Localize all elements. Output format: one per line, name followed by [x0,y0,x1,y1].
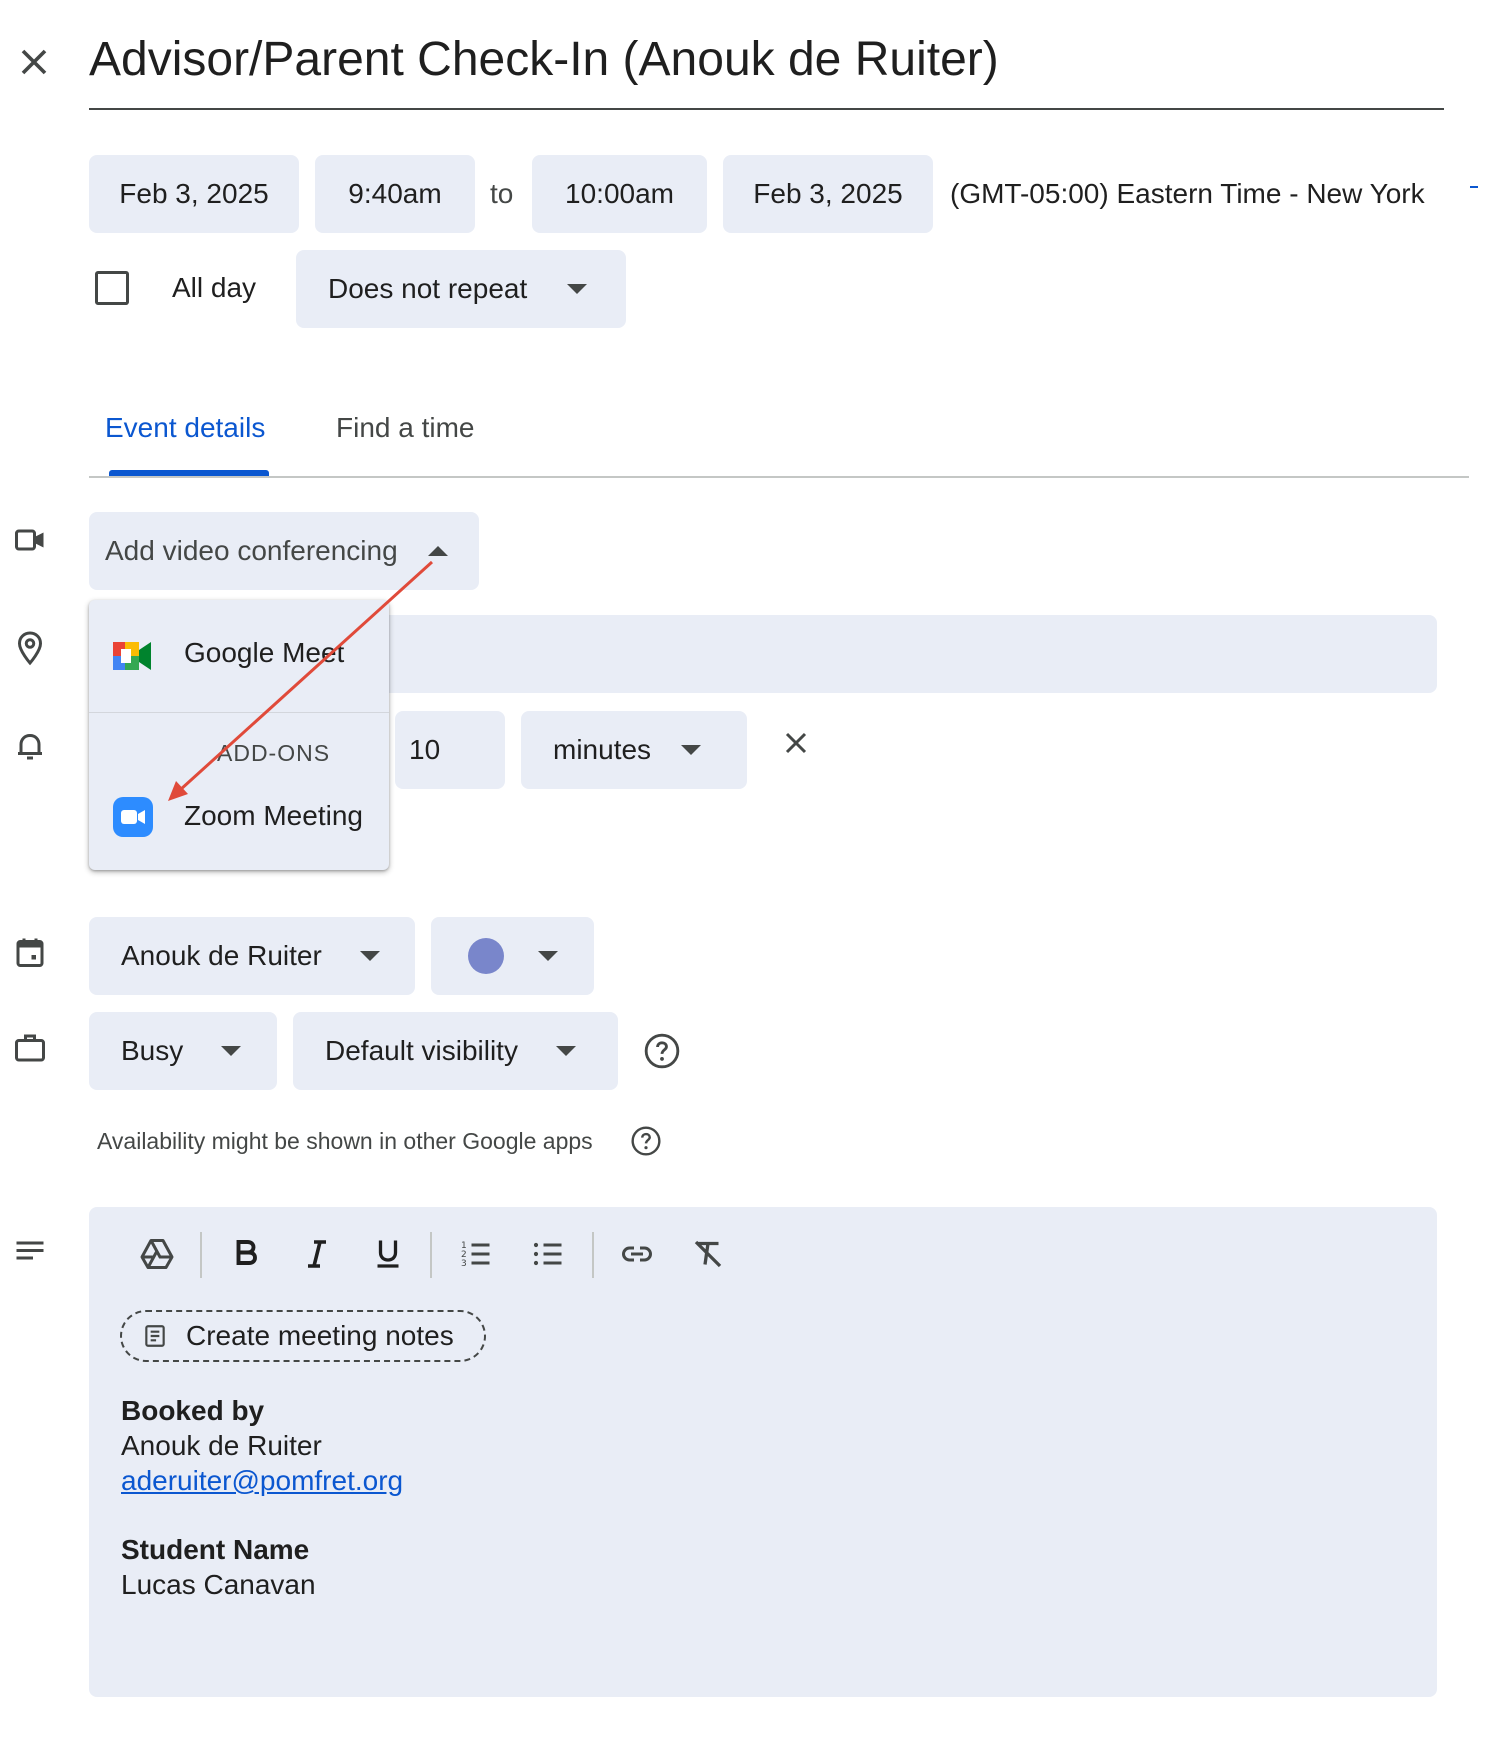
add-video-conferencing-button[interactable]: Add video conferencing [89,512,479,590]
availability-status: Busy [121,1035,184,1066]
visibility-dropdown[interactable]: Default visibility [293,1012,618,1090]
link-icon[interactable] [615,1232,659,1276]
booked-by-email-link[interactable]: aderuiter@pomfret.org [121,1465,403,1497]
end-time-button[interactable]: 10:00am [532,155,707,233]
google-drive-icon[interactable] [135,1232,179,1276]
clear-formatting-icon[interactable] [686,1232,730,1276]
remove-notification-icon[interactable] [778,725,814,761]
video-camera-icon [12,522,48,558]
start-date-button[interactable]: Feb 3, 2025 [89,155,299,233]
allday-label: All day [172,272,257,303]
timezone-button[interactable]: (GMT-05:00) Eastern Time - New York [950,178,1425,210]
chevron-down-icon [681,745,702,755]
toolbar-separator [592,1232,594,1278]
event-title-input[interactable]: Advisor/Parent Check-In (Anouk de Ruiter… [89,28,1444,110]
toolbar-separator [430,1232,432,1278]
booked-by-name: Anouk de Ruiter [121,1430,322,1461]
event-color-dropdown[interactable] [431,917,594,995]
zoom-meeting-label: Zoom Meeting [184,800,363,831]
notification-value: 10 [409,734,441,765]
calendar-owner: Anouk de Ruiter [121,940,322,971]
bell-icon [12,728,48,764]
end-date-label: Feb 3, 2025 [753,178,903,209]
underline-icon[interactable] [366,1232,410,1276]
notification-unit-dropdown[interactable]: minutes [521,711,747,789]
google-meet-icon [113,640,153,672]
menu-divider [89,712,389,713]
start-time-button[interactable]: 9:40am [315,155,475,233]
tab-event-details[interactable]: Event details [89,400,289,478]
notification-value-input[interactable]: 10 [395,711,505,789]
notes-doc-icon [142,1323,168,1349]
availability-help-icon[interactable] [630,1125,662,1157]
addons-header: ADD-ONS [217,740,331,766]
end-time-label: 10:00am [565,178,674,209]
start-date-label: Feb 3, 2025 [119,178,269,209]
zoom-icon [113,797,153,837]
chevron-down-icon [221,1046,242,1056]
start-time-label: 9:40am [348,178,442,209]
event-color-swatch [468,938,504,974]
video-conferencing-menu: Google Meet ADD-ONS Zoom Meeting [89,600,389,870]
chevron-up-icon [427,546,448,556]
tabs-divider [89,476,1469,478]
create-meeting-notes-button[interactable]: Create meeting notes [120,1310,486,1362]
google-meet-label: Google Meet [184,637,345,668]
to-label: to [490,178,514,209]
tab-find-a-time[interactable]: Find a time [320,400,500,478]
allday-checkbox[interactable] [95,271,129,305]
tab-find-a-time-label: Find a time [336,412,475,443]
chevron-down-icon [555,1046,576,1056]
end-date-button[interactable]: Feb 3, 2025 [723,155,933,233]
availability-status-dropdown[interactable]: Busy [89,1012,277,1090]
add-video-conferencing-label: Add video conferencing [105,535,398,566]
svg-text:3: 3 [461,1259,467,1269]
description-icon [12,1234,48,1270]
booked-by-heading: Booked by [121,1395,265,1426]
visibility-value: Default visibility [325,1035,518,1066]
bold-icon[interactable] [224,1232,268,1276]
calendar-owner-dropdown[interactable]: Anouk de Ruiter [89,917,415,995]
student-name-heading: Student Name [121,1534,310,1565]
visibility-help-icon[interactable] [643,1032,681,1070]
toolbar-separator [200,1232,202,1278]
chevron-down-icon [538,951,558,961]
repeat-dropdown[interactable]: Does not repeat [296,250,626,328]
create-meeting-notes-label: Create meeting notes [186,1320,454,1351]
event-title: Advisor/Parent Check-In (Anouk de Ruiter… [89,33,999,86]
timezone-edge-marker [1470,186,1478,188]
chevron-down-icon [567,284,588,294]
student-name-value: Lucas Canavan [121,1569,316,1600]
location-pin-icon [12,630,48,666]
calendar-icon [12,934,48,970]
chevron-down-icon [359,951,380,961]
bulleted-list-icon[interactable] [526,1232,570,1276]
repeat-value: Does not repeat [328,273,528,304]
availability-note: Availability might be shown in other Goo… [97,1128,593,1154]
notification-unit: minutes [553,734,652,765]
zoom-meeting-option[interactable]: Zoom Meeting [89,780,389,860]
tab-event-details-label: Event details [105,412,266,443]
briefcase-icon [12,1030,48,1066]
italic-icon[interactable] [295,1232,339,1276]
google-meet-option[interactable]: Google Meet [89,600,389,712]
close-icon[interactable] [12,40,56,84]
numbered-list-icon[interactable]: 123 [454,1232,498,1276]
